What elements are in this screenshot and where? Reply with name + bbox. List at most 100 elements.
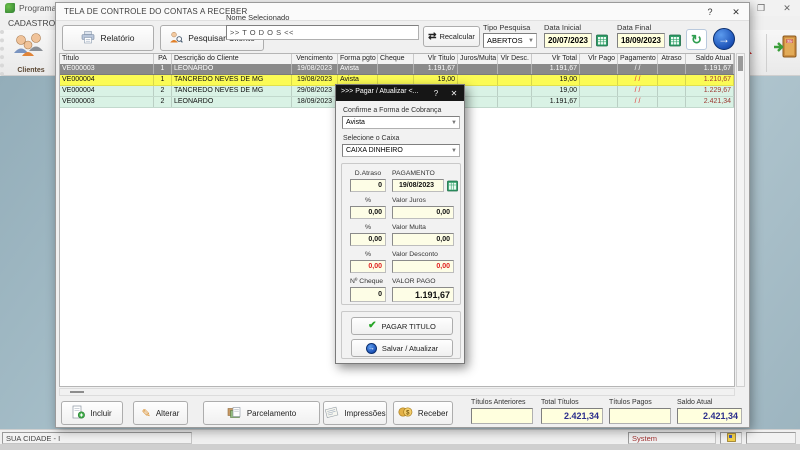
clientes-button[interactable]: Clientes <box>8 33 54 73</box>
clientes-label: Clientes <box>17 67 44 74</box>
alterar-button[interactable]: ✎ Alterar <box>133 401 188 425</box>
add-page-icon <box>72 405 85 421</box>
calendar-icon[interactable] <box>596 34 608 47</box>
relatorio-label: Relatório <box>100 33 134 43</box>
column-header[interactable]: PA <box>154 54 172 64</box>
table-cell: 1.191,67 <box>532 64 580 74</box>
pagamento-field[interactable]: 19/08/2023 <box>392 179 444 192</box>
arrow-right-icon: → <box>718 32 730 46</box>
column-header[interactable]: Vlr Titulo <box>414 54 458 64</box>
column-header[interactable]: Atraso <box>658 54 686 64</box>
refresh-button[interactable]: ↻ <box>686 29 707 50</box>
receber-button[interactable]: $ Receber <box>393 401 453 425</box>
dialog-buttons-groupbox: ✔ PAGAR TITULO → Salvar / Atualizar <box>341 311 461 359</box>
valor-juros-field[interactable]: 0,00 <box>392 206 454 219</box>
data-inicial-field[interactable]: 20/07/2023 <box>544 33 592 48</box>
menu-cadastros[interactable]: CADASTROS <box>8 18 61 28</box>
table-cell: LEONARDO <box>172 97 292 107</box>
salvar-atualizar-label: Salvar / Atualizar <box>382 344 438 353</box>
table-cell <box>378 64 414 74</box>
data-final-label: Data Final <box>617 23 651 32</box>
table-cell: Avista <box>338 64 378 74</box>
caixa-select[interactable]: CAIXA DINHEIRO ▼ <box>342 144 460 157</box>
table-cell: 29/08/2023 <box>292 86 338 96</box>
incluir-button[interactable]: Incluir <box>61 401 123 425</box>
table-cell: VE000003 <box>60 97 154 107</box>
window-titlebar[interactable]: TELA DE CONTROLE DO CONTAS A RECEBER ? ✕ <box>56 3 749 21</box>
table-cell: 2 <box>154 86 172 96</box>
pencil-icon: ✎ <box>142 407 151 420</box>
valor-multa-field[interactable]: 0,00 <box>392 233 454 246</box>
vertical-scrollbar[interactable] <box>736 53 745 387</box>
forma-cobranca-value: Avista <box>346 119 365 126</box>
calendar-icon[interactable] <box>447 179 459 192</box>
num-cheque-field[interactable]: 0 <box>350 287 386 302</box>
pagar-atualizar-dialog: >>> Pagar / Atualizar <... ? ✕ Confirme … <box>335 84 465 364</box>
table-cell <box>658 64 686 74</box>
valor-pago-field[interactable]: 1.191,67 <box>392 287 454 302</box>
table-cell <box>658 97 686 107</box>
column-header[interactable]: Cheque <box>378 54 414 64</box>
app-icon <box>5 3 15 13</box>
impressoes-button[interactable]: Impressões <box>323 401 387 425</box>
table-cell: 1.229,67 <box>686 86 734 96</box>
column-header[interactable]: Vencimento <box>292 54 338 64</box>
pagar-titulo-button[interactable]: ✔ PAGAR TITULO <box>351 317 453 335</box>
valor-desconto-field[interactable]: 0,00 <box>392 260 454 273</box>
valor-juros-label: Valor Juros <box>392 197 426 204</box>
exit-button[interactable]: EXIT <box>770 33 800 73</box>
column-header[interactable]: Juros/Multa <box>458 54 498 64</box>
calendar-icon[interactable] <box>669 34 681 47</box>
person-search-icon <box>169 31 183 46</box>
nome-selecionado-field[interactable]: >> T O D O S << <box>226 25 419 40</box>
impressoes-label: Impressões <box>344 409 385 418</box>
dialog-close-button[interactable]: ✕ <box>446 85 462 101</box>
table-row[interactable]: VE0000031LEONARDO19/08/2023Avista1.191,6… <box>60 64 734 75</box>
relatorio-button[interactable]: Relatório <box>62 25 154 51</box>
column-header[interactable]: Forma pgto <box>338 54 378 64</box>
table-cell: 1.210,67 <box>686 75 734 85</box>
forma-cobranca-label: Confirme a Forma de Cobrança <box>343 107 441 114</box>
incluir-label: Incluir <box>90 409 111 418</box>
salvar-atualizar-button[interactable]: → Salvar / Atualizar <box>351 339 453 357</box>
nome-selecionado-label: Nome Selecionado <box>226 13 289 22</box>
saldo-atual-field: 2.421,34 <box>677 408 742 424</box>
juros-pct-field[interactable]: 0,00 <box>350 206 386 219</box>
column-header[interactable]: Pagamento <box>618 54 658 64</box>
tipo-pesquisa-select[interactable]: ABERTOS ▼ <box>483 33 537 48</box>
titulos-anteriores-field <box>471 408 533 424</box>
scrollbar-thumb[interactable] <box>70 391 84 393</box>
system-icon <box>727 433 736 444</box>
column-header[interactable]: Descrição do Cliente <box>172 54 292 64</box>
table-cell: TANCREDO NEVES DE MG <box>172 86 292 96</box>
close-button[interactable]: ✕ <box>724 3 748 21</box>
dialog-help-button[interactable]: ? <box>428 85 444 101</box>
chevron-down-icon: ▼ <box>451 120 457 126</box>
table-cell <box>498 64 532 74</box>
maximize-icon[interactable]: ❐ <box>748 0 774 16</box>
recalcular-button[interactable]: ⇄ Recalcular <box>423 26 480 47</box>
table-cell: 2 <box>154 97 172 107</box>
status-bar: SUA CIDADE - I System <box>0 429 800 444</box>
forma-cobranca-select[interactable]: Avista ▼ <box>342 116 460 129</box>
column-header[interactable]: Vlr Pago <box>580 54 618 64</box>
column-header[interactable]: Saldo Atual <box>686 54 734 64</box>
d-atraso-field[interactable]: 0 <box>350 179 386 192</box>
column-header[interactable]: Vlr Total <box>532 54 580 64</box>
toolbar-separator <box>766 34 767 72</box>
table-cell: 19,00 <box>532 75 580 85</box>
dialog-titlebar[interactable]: >>> Pagar / Atualizar <... ? ✕ <box>336 85 464 101</box>
scrollbar-thumb[interactable] <box>738 56 743 71</box>
horizontal-scrollbar[interactable] <box>59 388 735 396</box>
help-button[interactable]: ? <box>698 3 722 21</box>
parcelamento-button[interactable]: Parcelamento <box>203 401 320 425</box>
column-header[interactable]: Titulo <box>60 54 154 64</box>
column-header[interactable]: Vlr Desc. <box>498 54 532 64</box>
go-button[interactable]: → <box>713 28 735 50</box>
multa-pct-field[interactable]: 0,00 <box>350 233 386 246</box>
data-final-field[interactable]: 18/09/2023 <box>617 33 665 48</box>
num-cheque-label: Nº Cheque <box>350 278 383 285</box>
desconto-pct-field[interactable]: 0,00 <box>350 260 386 273</box>
close-icon[interactable]: ✕ <box>774 0 800 16</box>
titulos-pagos-label: Títulos Pagos <box>609 399 652 406</box>
